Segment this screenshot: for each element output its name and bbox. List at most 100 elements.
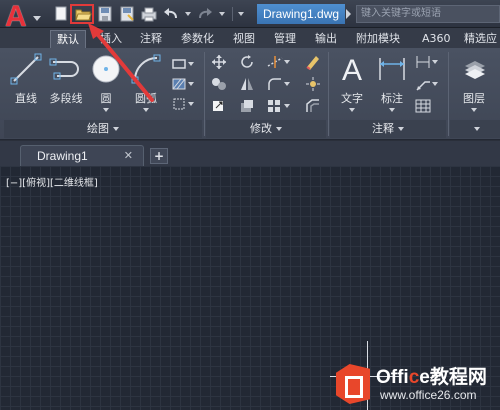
office-logo-icon <box>336 364 370 404</box>
chevron-down-icon <box>474 127 480 131</box>
line-label: 直线 <box>15 92 37 105</box>
leader-icon[interactable] <box>414 76 438 92</box>
watermark-brand-part-c: c <box>408 367 420 388</box>
erase-icon[interactable] <box>304 54 322 70</box>
tab-a360[interactable]: A360 <box>416 30 457 48</box>
watermark-site: www.office26.com <box>380 388 477 402</box>
dimension-icon <box>375 52 409 86</box>
text-button[interactable]: A 文字 <box>332 52 372 112</box>
chevron-down-icon[interactable] <box>389 108 395 112</box>
ribbon-panel: 直线 多段线 圆 圆弧 A 文字 标注 图层 绘图 修改 注释 <box>0 48 500 140</box>
search-input[interactable]: 键入关键字或短语 <box>356 5 500 23</box>
tab-manage[interactable]: 管理 <box>268 30 302 48</box>
undo-icon[interactable] <box>162 6 180 22</box>
toolbar-separator <box>232 7 233 21</box>
array-icon[interactable] <box>266 98 290 114</box>
document-title: Drawing1.dwg <box>257 4 346 24</box>
modify-panel-title[interactable]: 修改 <box>206 120 326 138</box>
tab-annotate[interactable]: 注释 <box>134 30 168 48</box>
tab-output[interactable]: 输出 <box>309 30 343 48</box>
explode-icon[interactable] <box>304 76 322 92</box>
tab-insert[interactable]: 插入 <box>94 30 128 48</box>
annotation-panel-title-text: 注释 <box>372 122 394 135</box>
tab-addins[interactable]: 附加模块 <box>350 30 406 48</box>
layers-label: 图层 <box>463 92 485 105</box>
arc-button[interactable]: 圆弧 <box>126 52 166 112</box>
chevron-down-icon <box>33 16 41 21</box>
new-tab-button[interactable]: + <box>150 148 168 164</box>
chevron-down-icon <box>113 127 119 131</box>
undo-dropdown-icon[interactable] <box>184 6 192 22</box>
modify-panel-title-text: 修改 <box>250 122 272 135</box>
watermark-brand: Office教程网 <box>376 362 487 389</box>
mirror-icon[interactable] <box>238 76 256 92</box>
trim-icon[interactable] <box>266 54 290 70</box>
application-menu-button[interactable]: A <box>3 2 43 42</box>
panel-separator <box>448 52 449 136</box>
chevron-down-icon[interactable] <box>349 108 355 112</box>
rotate-icon[interactable] <box>238 54 256 70</box>
layers-button[interactable]: 图层 <box>454 52 494 112</box>
scale-icon[interactable] <box>238 98 256 114</box>
layers-panel-title[interactable] <box>450 120 500 138</box>
line-button[interactable]: 直线 <box>6 52 46 112</box>
tab-parametric[interactable]: 参数化 <box>175 30 220 48</box>
dimension-button[interactable]: 标注 <box>372 52 412 112</box>
linear-dimension-icon[interactable] <box>414 54 438 70</box>
document-tab-name: Drawing1 <box>37 149 88 163</box>
chevron-down-icon[interactable] <box>471 108 477 112</box>
chevron-right-icon[interactable] <box>346 9 351 19</box>
redo-dropdown-icon[interactable] <box>218 6 226 22</box>
fillet-icon[interactable] <box>266 76 290 92</box>
autocad-logo-icon: A <box>5 0 27 33</box>
chevron-down-icon <box>276 127 282 131</box>
watermark: Office教程网 www.office26.com <box>336 358 500 410</box>
document-tab-bar: Drawing1 ✕ + <box>0 140 500 167</box>
ribbon-tabs: 默认 插入 注释 参数化 视图 管理 输出 附加模块 A360 精选应 <box>0 28 500 48</box>
plot-icon[interactable] <box>140 6 158 22</box>
tab-view[interactable]: 视图 <box>227 30 261 48</box>
save-icon[interactable] <box>96 6 114 22</box>
annotation-panel-title[interactable]: 注释 <box>330 120 446 138</box>
stretch-icon[interactable] <box>210 98 228 114</box>
layers-icon <box>457 52 491 86</box>
circle-label: 圆 <box>100 92 112 105</box>
close-icon[interactable]: ✕ <box>124 149 133 162</box>
arc-label: 圆弧 <box>135 92 157 105</box>
polyline-button[interactable]: 多段线 <box>46 52 86 112</box>
new-icon[interactable] <box>52 6 70 22</box>
move-icon[interactable] <box>210 54 228 70</box>
text-icon: A <box>335 52 369 87</box>
circle-icon <box>89 52 123 86</box>
document-tab[interactable]: Drawing1 ✕ <box>20 145 144 167</box>
region-icon[interactable] <box>170 96 194 112</box>
svg-text:A: A <box>342 54 362 86</box>
hatch-icon[interactable] <box>170 76 194 92</box>
customize-toolbar-icon[interactable] <box>237 6 245 22</box>
chevron-down-icon[interactable] <box>143 108 149 112</box>
text-label: 文字 <box>341 92 363 105</box>
draw-panel-title-text: 绘图 <box>87 122 109 135</box>
arc-icon <box>129 52 163 86</box>
dimension-label: 标注 <box>381 92 403 105</box>
tab-featured[interactable]: 精选应 <box>458 30 500 48</box>
watermark-brand-part-b: e教程网 <box>419 367 487 388</box>
viewport-controls[interactable]: [−][俯视][二维线框] <box>6 174 98 189</box>
copy-icon[interactable] <box>210 76 228 92</box>
watermark-brand-part-a: Offi <box>376 367 409 388</box>
draw-panel-title[interactable]: 绘图 <box>4 120 202 138</box>
open-button-highlight <box>70 4 94 24</box>
polyline-icon <box>49 52 83 86</box>
tab-default[interactable]: 默认 <box>50 30 86 48</box>
polyline-label: 多段线 <box>49 92 83 105</box>
chevron-down-icon[interactable] <box>103 108 109 112</box>
circle-button[interactable]: 圆 <box>86 52 126 112</box>
line-icon <box>9 52 43 86</box>
panel-separator <box>328 52 329 136</box>
offset-icon[interactable] <box>304 98 322 114</box>
redo-icon[interactable] <box>196 6 214 22</box>
save-as-icon[interactable] <box>118 6 136 22</box>
table-icon[interactable] <box>414 98 432 114</box>
title-bar: A Drawing1.dwg 键入关键字或短语 <box>0 0 500 32</box>
rectangle-icon[interactable] <box>170 56 194 72</box>
